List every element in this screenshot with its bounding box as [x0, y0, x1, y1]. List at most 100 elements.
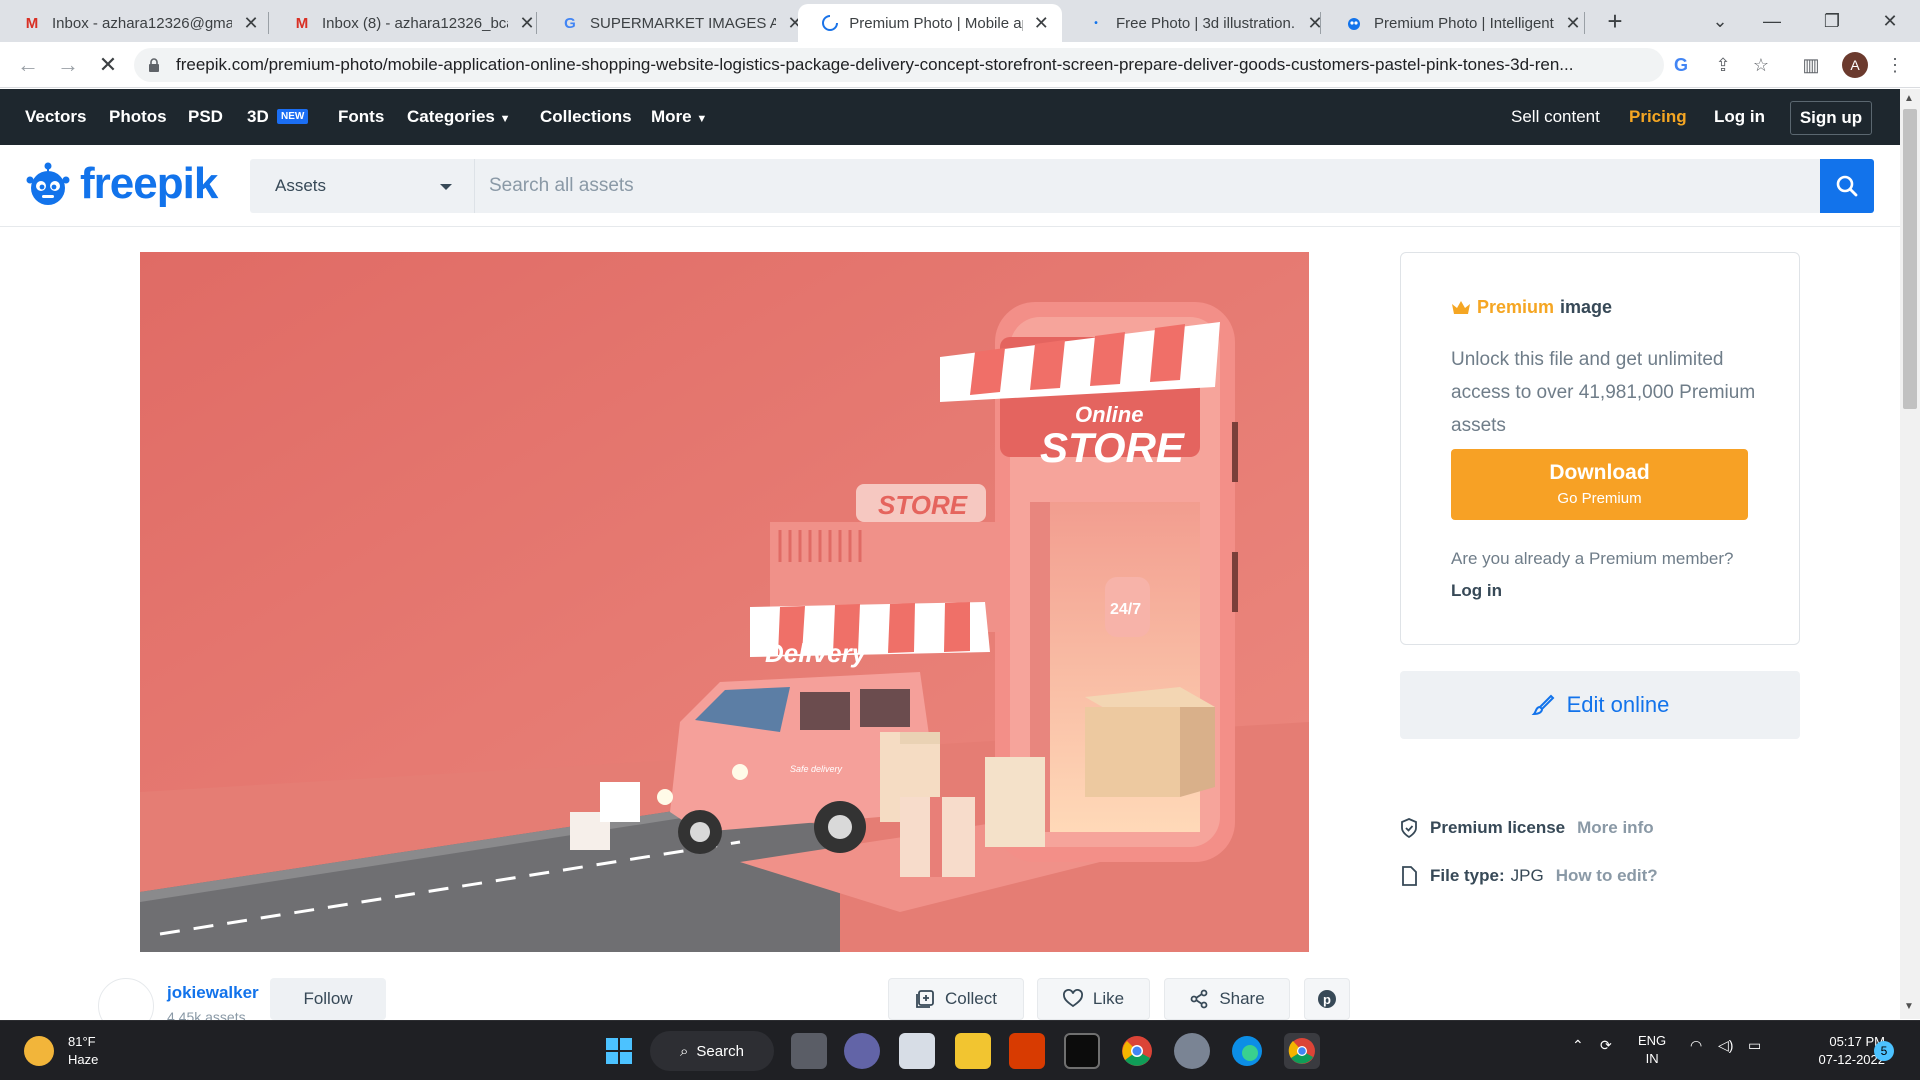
office-icon[interactable]	[1009, 1033, 1045, 1069]
windows-start-icon[interactable]	[601, 1033, 637, 1069]
tab-premium-photo-active[interactable]: Premium Photo | Mobile app ✕	[798, 4, 1062, 42]
freepik-icon	[1344, 13, 1364, 33]
new-tab-button[interactable]: +	[1600, 6, 1630, 36]
restore-button[interactable]: ❐	[1812, 4, 1852, 38]
nav-photos[interactable]: Photos	[109, 107, 167, 127]
browser-menu-icon[interactable]: ⋮	[1882, 52, 1908, 78]
language-indicator[interactable]: ENG IN	[1638, 1032, 1666, 1068]
signup-button[interactable]: Sign up	[1790, 101, 1872, 135]
badge-247-text: 24/7	[1110, 601, 1141, 618]
taskbar-search-button[interactable]: ⌕ Search	[650, 1031, 774, 1071]
premium-login-link[interactable]: Log in	[1451, 581, 1502, 601]
chrome-active-icon[interactable]	[1284, 1033, 1320, 1069]
nav-psd[interactable]: PSD	[188, 107, 223, 127]
nav-categories[interactable]: Categories ▼	[407, 107, 511, 127]
nav-collections[interactable]: Collections	[540, 107, 632, 127]
edge-icon[interactable]	[1229, 1033, 1265, 1069]
terminal-icon[interactable]	[1064, 1033, 1100, 1069]
download-button[interactable]: Download Go Premium	[1451, 449, 1748, 520]
share-label: Share	[1219, 989, 1265, 1008]
close-icon[interactable]: ✕	[242, 13, 260, 34]
like-button[interactable]: Like	[1037, 978, 1150, 1020]
weather-widget[interactable]: 81°F Haze	[24, 1033, 98, 1069]
chrome-icon[interactable]	[1119, 1033, 1155, 1069]
close-icon[interactable]: ✕	[1033, 13, 1050, 34]
license-row: Premium license More info	[1400, 818, 1654, 838]
battery-icon[interactable]: ▭	[1748, 1037, 1761, 1054]
back-arrow-icon[interactable]: ←	[14, 51, 42, 79]
edit-online-label: Edit online	[1566, 692, 1670, 717]
pricing-link[interactable]: Pricing	[1629, 107, 1687, 127]
premium-title: Premium image	[1451, 297, 1612, 318]
address-bar[interactable]: freepik.com/premium-photo/mobile-applica…	[134, 48, 1664, 82]
sell-content-link[interactable]: Sell content	[1511, 107, 1600, 127]
stop-loading-icon[interactable]: ✕	[94, 51, 122, 79]
tab-separator	[268, 12, 269, 34]
document-app-icon[interactable]	[899, 1033, 935, 1069]
how-to-edit-link[interactable]: How to edit?	[1556, 866, 1658, 886]
settings-gear-icon[interactable]	[1174, 1033, 1210, 1069]
notification-count-badge[interactable]: 5	[1874, 1041, 1894, 1061]
share-icon	[1190, 989, 1208, 1009]
close-window-button[interactable]: ✕	[1870, 4, 1910, 38]
tray-chevron-up-icon[interactable]: ⌃	[1572, 1037, 1584, 1054]
sync-icon[interactable]: ⟳	[1600, 1037, 1612, 1054]
profile-avatar[interactable]: A	[1842, 52, 1868, 78]
shield-check-icon	[1401, 818, 1417, 838]
online-store-illustration: Online STORE 24/7 STORE Delivery Safe de…	[140, 252, 1309, 952]
wifi-icon[interactable]: ◠	[1690, 1037, 1702, 1054]
close-icon[interactable]: ✕	[518, 13, 536, 34]
tab-search-chevron-icon[interactable]: ⌄	[1700, 4, 1740, 38]
login-link[interactable]: Log in	[1714, 107, 1765, 127]
follow-button[interactable]: Follow	[270, 978, 386, 1020]
forward-arrow-icon[interactable]: →	[54, 51, 82, 79]
search-button[interactable]	[1820, 159, 1874, 213]
tab-gmail-inbox-bca[interactable]: M Inbox (8) - azhara12326_bca ✕	[270, 4, 548, 42]
tab-free-photo[interactable]: • Free Photo | 3d illustration. ✕	[1064, 4, 1336, 42]
tab-title: SUPERMARKET IMAGES AND	[590, 14, 776, 32]
nav-fonts[interactable]: Fonts	[338, 107, 384, 127]
page-scrollbar[interactable]: ▲ ▼	[1900, 89, 1920, 1019]
bookmark-star-icon[interactable]: ☆	[1748, 52, 1774, 78]
preview-image[interactable]: Online STORE 24/7 STORE Delivery Safe de…	[140, 252, 1309, 952]
scroll-up-arrow-icon[interactable]: ▲	[1904, 93, 1914, 104]
share-page-icon[interactable]: ⇪	[1710, 52, 1736, 78]
scroll-thumb[interactable]	[1903, 109, 1917, 409]
heart-icon	[1062, 989, 1083, 1008]
tab-title: Premium Photo | Mobile app	[849, 14, 1023, 32]
google-translate-icon[interactable]: G	[1668, 52, 1694, 78]
tab-premium-intelligent[interactable]: Premium Photo | Intelligent ✕	[1322, 4, 1594, 42]
tab-gmail-inbox[interactable]: M Inbox - azhara12326@gmail.c ✕	[0, 4, 272, 42]
collect-label: Collect	[945, 989, 997, 1008]
nav-3d[interactable]: 3D	[247, 107, 269, 127]
van-safe-delivery-text: Safe delivery	[790, 764, 843, 774]
license-label: Premium license	[1430, 818, 1566, 837]
teams-chat-icon[interactable]	[844, 1033, 880, 1069]
search-input[interactable]	[474, 159, 1820, 213]
share-button[interactable]: Share	[1164, 978, 1290, 1020]
license-more-info-link[interactable]: More info	[1577, 818, 1654, 838]
tab-google-supermarket[interactable]: G SUPERMARKET IMAGES AND ✕	[538, 4, 816, 42]
collect-button[interactable]: Collect	[888, 978, 1024, 1020]
pinterest-button[interactable]: p	[1304, 978, 1350, 1020]
already-member-text: Are you already a Premium member?	[1451, 549, 1734, 568]
edit-online-button[interactable]: Edit online	[1400, 671, 1800, 739]
scroll-down-arrow-icon[interactable]: ▼	[1904, 1001, 1914, 1012]
file-explorer-icon[interactable]	[955, 1033, 991, 1069]
minimize-button[interactable]: —	[1752, 4, 1792, 38]
nav-more[interactable]: More ▼	[651, 107, 707, 127]
side-panel-icon[interactable]: ▥	[1798, 52, 1824, 78]
nav-vectors[interactable]: Vectors	[25, 107, 86, 127]
tab-title: Premium Photo | Intelligent	[1374, 14, 1554, 32]
haze-weather-icon	[24, 1036, 54, 1066]
taskbar-clock[interactable]: 05:17 PM 07-12-2022	[1805, 1033, 1886, 1069]
freepik-logo[interactable]: freepik	[24, 159, 218, 209]
task-view-icon[interactable]	[791, 1033, 827, 1069]
volume-icon[interactable]: ◁)	[1718, 1037, 1733, 1054]
gmail-icon: M	[25, 14, 39, 32]
tab-separator	[1584, 12, 1585, 34]
close-icon[interactable]: ✕	[1564, 13, 1582, 34]
tab-title: Inbox (8) - azhara12326_bca	[322, 14, 508, 32]
asset-type-select[interactable]: Assets	[250, 159, 474, 213]
author-name[interactable]: jokiewalker	[167, 983, 259, 1003]
